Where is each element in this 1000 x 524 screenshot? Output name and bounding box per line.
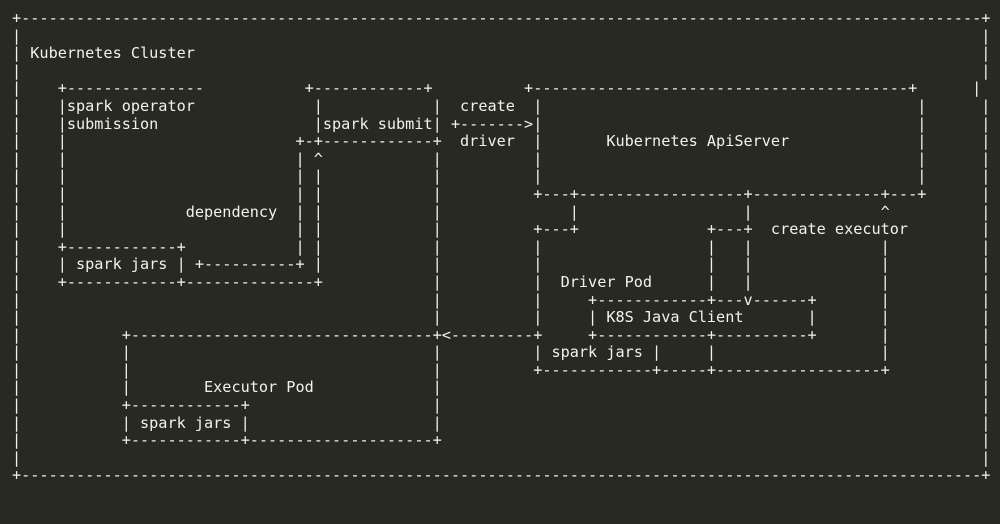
ascii-diagram: +---------------------------------------… <box>0 0 1000 495</box>
